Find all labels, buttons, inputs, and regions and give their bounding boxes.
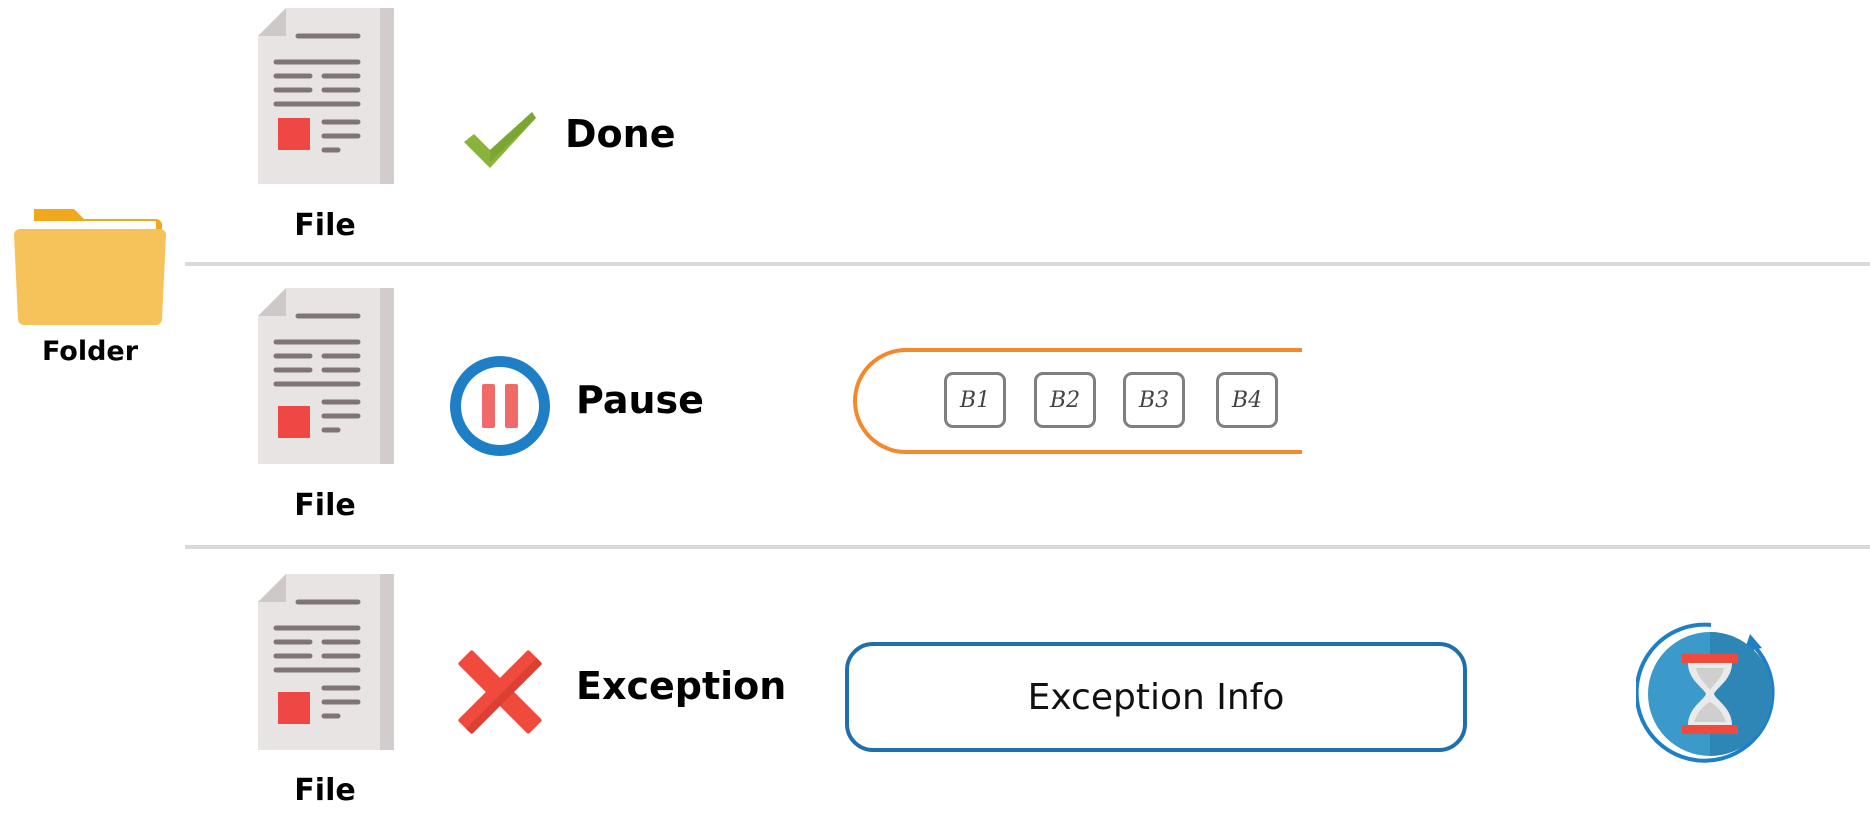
check-icon	[464, 112, 536, 168]
batch-item: B4	[1216, 372, 1278, 428]
status-label-pause: Pause	[576, 378, 704, 422]
cross-icon	[458, 650, 543, 735]
row-divider	[185, 262, 1870, 266]
file-icon	[258, 574, 394, 750]
batch-item: B3	[1123, 372, 1185, 428]
row-divider	[185, 545, 1870, 549]
file-icon	[258, 8, 394, 184]
folder-label: Folder	[41, 336, 139, 367]
file-label: File	[294, 208, 356, 243]
file-label: File	[294, 773, 356, 808]
file-icon	[258, 288, 394, 464]
exception-info-box: Exception Info	[845, 642, 1467, 752]
file-label: File	[294, 488, 356, 523]
batch-item: B1	[944, 372, 1006, 428]
pause-icon	[450, 356, 550, 456]
hourglass-refresh-icon	[1636, 622, 1775, 763]
status-label-done: Done	[565, 112, 676, 156]
batch-item: B2	[1034, 372, 1096, 428]
folder-icon	[14, 209, 166, 325]
status-label-exception: Exception	[576, 664, 787, 708]
